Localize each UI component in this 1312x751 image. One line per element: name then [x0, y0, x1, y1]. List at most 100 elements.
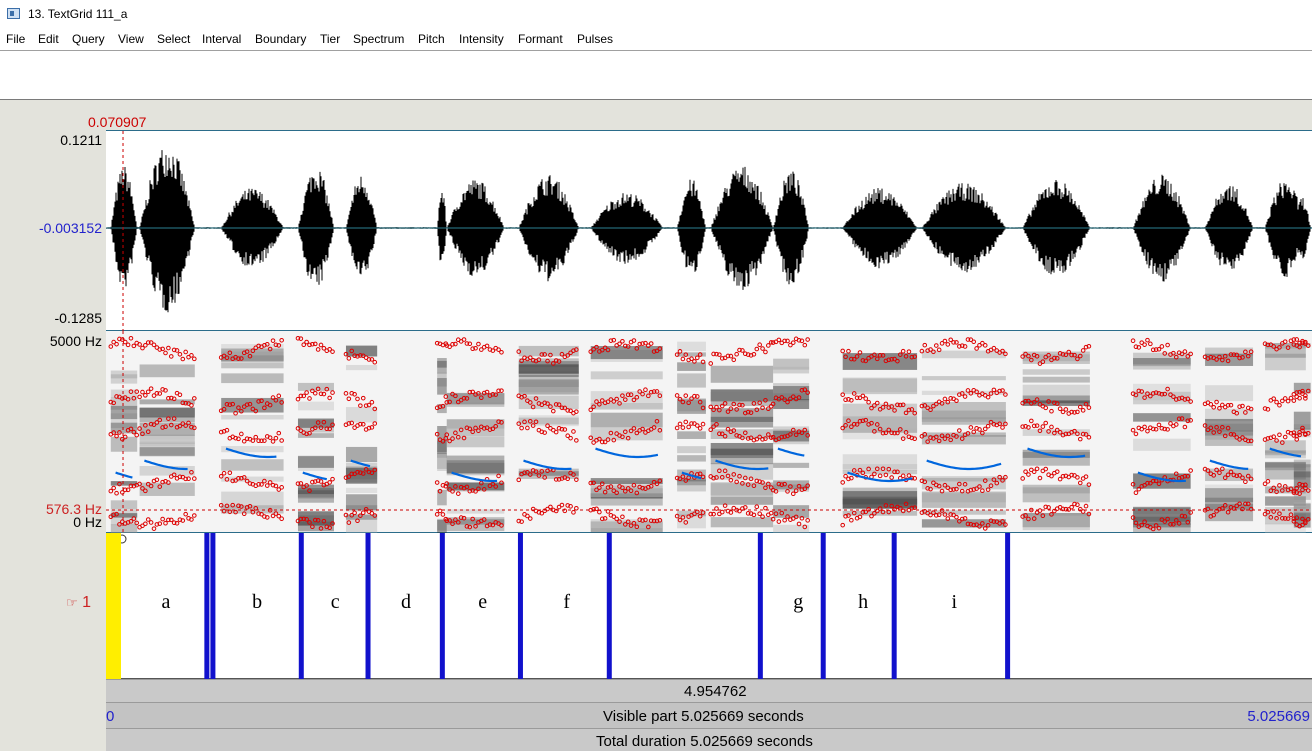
interval-label-a[interactable]: a [162, 591, 171, 614]
spectrogram-band [345, 487, 378, 493]
interval-label-e[interactable]: e [478, 591, 487, 614]
interval-boundary [606, 533, 612, 679]
spectrogram-band [710, 442, 774, 456]
spectrogram-band [221, 414, 284, 420]
formant-point [330, 390, 335, 395]
interval-label-g[interactable]: g [793, 591, 803, 614]
spectrogram-band [677, 446, 706, 454]
formant-point [805, 518, 810, 523]
pitch-contour [595, 447, 659, 459]
formant-point [942, 396, 948, 402]
formant-point [877, 473, 883, 479]
spectrogram-band [590, 371, 663, 380]
total-duration-bar[interactable]: Total duration 5.025669 seconds [106, 728, 1312, 751]
spectrogram-band [710, 365, 774, 383]
waveform-cursor-value-label: -0.003152 [38, 220, 102, 236]
formant-point [461, 337, 467, 342]
pitch-contour [1209, 459, 1249, 470]
formant-point [134, 432, 140, 438]
spectrogram-band [221, 491, 284, 509]
formant-point [1188, 468, 1193, 473]
menu-query[interactable]: Query [72, 32, 105, 46]
interval-label-i[interactable]: i [952, 591, 958, 614]
menu-file[interactable]: File [6, 32, 25, 46]
formant-point [574, 438, 579, 443]
formant-point [597, 509, 602, 515]
spectrogram-bottom-label: 0 Hz [73, 514, 102, 530]
spectrogram-band [446, 482, 505, 492]
visible-part-bar[interactable]: 0 Visible part 5.025669 seconds 5.025669 [106, 702, 1312, 728]
spectrogram-band [345, 364, 378, 371]
formant-point [962, 394, 968, 399]
menu-pulses[interactable]: Pulses [577, 32, 613, 46]
formant-point [1083, 503, 1089, 509]
spectrogram-band [297, 494, 334, 503]
formant-point [145, 517, 151, 522]
formant-point [307, 396, 312, 401]
interval-label-d[interactable]: d [401, 591, 411, 614]
spectrogram-band [773, 366, 810, 374]
formant-point [766, 343, 771, 348]
menu-tier[interactable]: Tier [320, 32, 340, 46]
formant-point [180, 356, 186, 362]
spectrogram-band [1293, 512, 1311, 528]
formant-point [768, 510, 774, 516]
spectrogram-band [1022, 369, 1090, 375]
formant-point [295, 396, 301, 402]
formant-point [863, 396, 869, 401]
interval-tier[interactable] [106, 533, 1312, 679]
formant-point [239, 431, 244, 437]
spectrogram-band [437, 378, 447, 395]
formant-point [525, 425, 530, 431]
formant-point [700, 421, 706, 427]
formant-point [1034, 466, 1040, 472]
formant-point [360, 510, 366, 516]
menu-edit[interactable]: Edit [38, 32, 59, 46]
formant-point [519, 425, 524, 431]
menu-pitch[interactable]: Pitch [418, 32, 445, 46]
formant-point [922, 342, 928, 348]
visible-start-label: 0 [106, 708, 115, 725]
formant-point [1145, 337, 1150, 343]
formant-point [143, 521, 148, 527]
interval-boundary [298, 533, 304, 679]
interval-label-f[interactable]: f [563, 591, 570, 614]
selection-duration: 4.954762 [684, 683, 747, 700]
spectrogram-band [1022, 484, 1090, 503]
formant-point [137, 394, 142, 400]
interval-label-h[interactable]: h [858, 591, 868, 614]
menu-interval[interactable]: Interval [202, 32, 241, 46]
menu-view[interactable]: View [118, 32, 144, 46]
formant-point [140, 389, 145, 395]
formant-point [942, 338, 948, 344]
formant-point [355, 396, 360, 402]
menu-boundary[interactable]: Boundary [255, 32, 306, 46]
formant-point [148, 520, 154, 525]
formant-point [527, 516, 533, 521]
spectrogram-panel[interactable] [106, 331, 1312, 533]
formant-point [954, 398, 959, 403]
menu-formant[interactable]: Formant [518, 32, 563, 46]
spectrogram-band [446, 392, 505, 407]
formant-point [900, 348, 906, 354]
formant-point [1086, 405, 1092, 410]
formant-point [455, 491, 461, 496]
interval-label-b[interactable]: b [252, 591, 262, 614]
formant-point [714, 506, 719, 511]
formant-point [840, 480, 846, 485]
spectrogram-band [773, 462, 810, 468]
selection-duration-bar[interactable]: 4.954762 [106, 679, 1312, 702]
formant-point [620, 514, 625, 520]
spectrogram-band [677, 373, 706, 388]
waveform-panel[interactable] [106, 130, 1312, 332]
tier-number-label[interactable]: ☞ 1 [66, 594, 91, 612]
formant-point [1083, 474, 1089, 479]
formant-point [279, 485, 284, 490]
menu-select[interactable]: Select [157, 32, 190, 46]
interval-label-c[interactable]: c [331, 591, 340, 614]
spectrogram-band [518, 381, 579, 394]
menu-intensity[interactable]: Intensity [459, 32, 504, 46]
menu-spectrum[interactable]: Spectrum [353, 32, 404, 46]
formant-point [802, 342, 808, 348]
spectrogram-band [437, 453, 447, 472]
